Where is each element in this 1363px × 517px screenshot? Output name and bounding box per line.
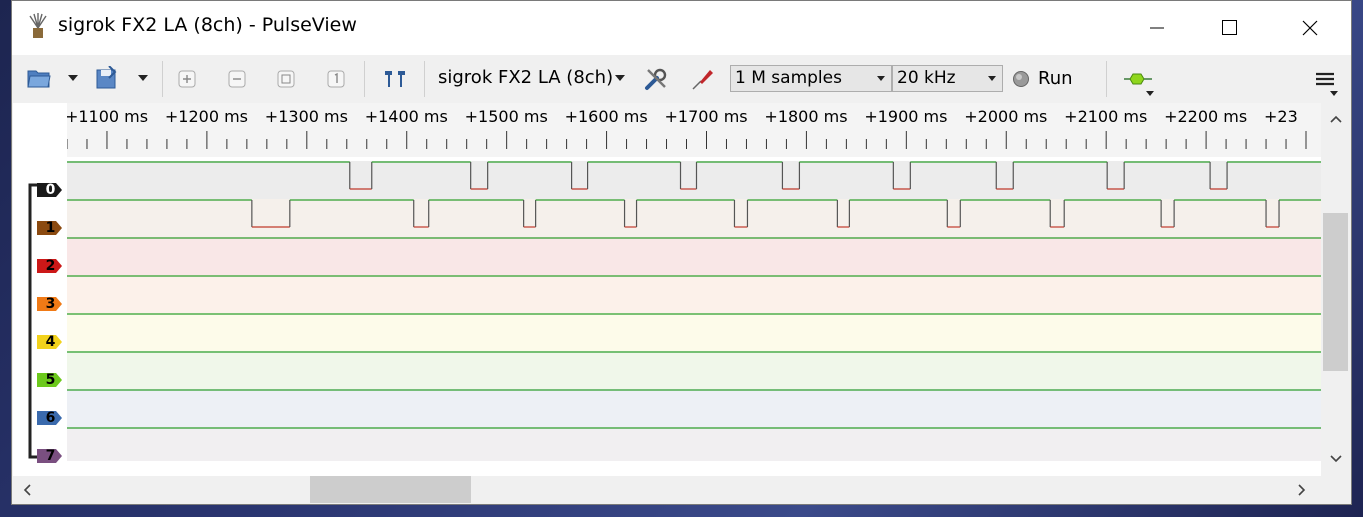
ruler-tick-label: +1500 ms xyxy=(464,107,548,126)
close-button[interactable] xyxy=(1287,1,1333,55)
trace-area[interactable] xyxy=(67,157,1321,461)
toolbar-separator xyxy=(162,61,163,97)
channel-number: 4 xyxy=(45,334,56,350)
scroll-left-button[interactable] xyxy=(21,483,33,497)
run-status-icon xyxy=(1013,71,1029,87)
horizontal-scroll-thumb[interactable] xyxy=(310,476,471,503)
chevron-down-icon xyxy=(877,76,885,81)
ruler-tick-label: +1200 ms xyxy=(164,107,249,126)
ruler-tick-label: +1300 ms xyxy=(264,107,348,126)
channel-label-7[interactable]: 7 xyxy=(37,448,63,464)
vertical-scroll-thumb[interactable] xyxy=(1323,213,1348,371)
trace-viewport[interactable]: +1100 ms +1200 ms +1300 ms +1400 ms +1500 ms… xyxy=(13,103,1350,476)
minimize-button[interactable] xyxy=(1134,1,1180,55)
cursor-button[interactable] xyxy=(382,67,408,91)
decoder-icon xyxy=(1124,73,1154,96)
open-dropdown[interactable] xyxy=(66,69,80,87)
ruler-tick-label: +1900 ms xyxy=(864,107,948,126)
channel-number: 0 xyxy=(45,182,56,198)
menu-icon xyxy=(1316,72,1338,96)
run-button[interactable] xyxy=(1012,70,1030,88)
close-icon xyxy=(1302,20,1318,36)
ruler-tick-label: +2200 ms xyxy=(1164,107,1248,126)
channel-number: 6 xyxy=(45,410,56,426)
cursor-icon xyxy=(385,71,405,87)
toolbar-separator xyxy=(364,61,365,97)
scroll-right-button[interactable] xyxy=(1296,483,1308,497)
chevron-up-icon xyxy=(1330,115,1342,123)
channel-label-3[interactable]: 3 xyxy=(37,296,63,312)
channel-number: 5 xyxy=(45,372,56,388)
channel-header-column: 0 1 2 3 4 5 6 7 xyxy=(13,157,67,464)
open-file-icon xyxy=(27,70,51,88)
save-dropdown[interactable] xyxy=(136,69,150,87)
main-window: sigrok FX2 LA (8ch) - PulseView sigrok F… xyxy=(11,0,1352,505)
zoom-one-to-one-icon xyxy=(327,70,345,88)
sample-rate-select[interactable]: 20 kHz xyxy=(892,65,1003,92)
chevron-down-icon xyxy=(138,75,148,81)
channel-label-6[interactable]: 6 xyxy=(37,410,63,426)
scroll-up-button[interactable] xyxy=(1329,113,1343,125)
zoom-fit-icon xyxy=(277,70,295,88)
channel-number: 3 xyxy=(45,296,56,312)
channel-number: 1 xyxy=(45,220,56,236)
sample-count-select[interactable]: 1 M samples xyxy=(730,65,892,92)
zoom-in-icon xyxy=(178,70,196,88)
zoom-fit-button[interactable] xyxy=(274,67,298,91)
channel-number: 7 xyxy=(45,448,56,464)
ruler-tick-label: +1400 ms xyxy=(364,107,448,126)
horizontal-scrollbar[interactable] xyxy=(13,476,1350,503)
sample-count-value: 1 M samples xyxy=(735,68,842,88)
ruler-tick-label: +1600 ms xyxy=(564,107,648,126)
toolbar-separator xyxy=(1106,61,1107,97)
channel-label-5[interactable]: 5 xyxy=(37,372,63,388)
signal-traces xyxy=(67,161,1321,429)
channel-label-0[interactable]: 0 xyxy=(37,182,63,198)
device-config-button[interactable] xyxy=(642,65,670,93)
zoom-out-button[interactable] xyxy=(225,67,249,91)
chevron-down-icon xyxy=(615,75,625,81)
open-button[interactable] xyxy=(26,65,52,91)
scroll-down-button[interactable] xyxy=(1329,453,1343,465)
time-ruler[interactable]: +1100 ms +1200 ms +1300 ms +1400 ms +1500 ms… xyxy=(67,103,1321,157)
device-dropdown[interactable] xyxy=(613,71,627,85)
ruler-tick-label: +1100 ms xyxy=(67,107,149,126)
run-label[interactable]: Run xyxy=(1038,68,1073,89)
channel-number: 2 xyxy=(45,258,56,274)
chevron-down-icon xyxy=(988,76,996,81)
ruler-tick-label: +2100 ms xyxy=(1064,107,1148,126)
zoom-one-to-one-button[interactable] xyxy=(324,67,348,91)
save-button[interactable] xyxy=(94,65,120,91)
title-bar[interactable]: sigrok FX2 LA (8ch) - PulseView xyxy=(12,1,1351,55)
maximize-icon xyxy=(1222,20,1237,35)
add-decoder-button[interactable] xyxy=(1122,67,1156,97)
maximize-button[interactable] xyxy=(1207,1,1253,55)
probe-button[interactable] xyxy=(689,65,717,93)
sample-rate-value: 20 kHz xyxy=(897,68,956,88)
ruler-tick-label: +2000 ms xyxy=(964,107,1048,126)
vertical-scrollbar[interactable] xyxy=(1321,103,1350,476)
channel-label-4[interactable]: 4 xyxy=(37,334,63,350)
ruler-tick-label: +1700 ms xyxy=(664,107,748,126)
save-icon xyxy=(96,66,117,89)
zoom-out-icon xyxy=(228,70,246,88)
pulseview-app-icon xyxy=(29,13,47,38)
toolbar-separator xyxy=(424,61,425,97)
device-selector[interactable]: sigrok FX2 LA (8ch) xyxy=(438,67,613,88)
zoom-in-button[interactable] xyxy=(175,67,199,91)
main-toolbar: sigrok FX2 LA (8ch) 1 M samples 20 kHz R… xyxy=(12,55,1351,103)
probe-icon xyxy=(692,70,713,90)
channel-label-2[interactable]: 2 xyxy=(37,258,63,274)
device-config-icon xyxy=(645,68,667,90)
channel-label-1[interactable]: 1 xyxy=(37,220,63,236)
ruler-tick-label: +1800 ms xyxy=(764,107,848,126)
window-title: sigrok FX2 LA (8ch) - PulseView xyxy=(58,14,357,36)
minimize-icon xyxy=(1150,27,1164,29)
chevron-left-icon xyxy=(23,484,31,496)
chevron-right-icon xyxy=(1298,484,1306,496)
chevron-down-icon xyxy=(1330,455,1342,463)
main-menu-button[interactable] xyxy=(1312,67,1340,97)
chevron-down-icon xyxy=(68,75,78,81)
ruler-tick-label: +23 xyxy=(1264,107,1298,126)
